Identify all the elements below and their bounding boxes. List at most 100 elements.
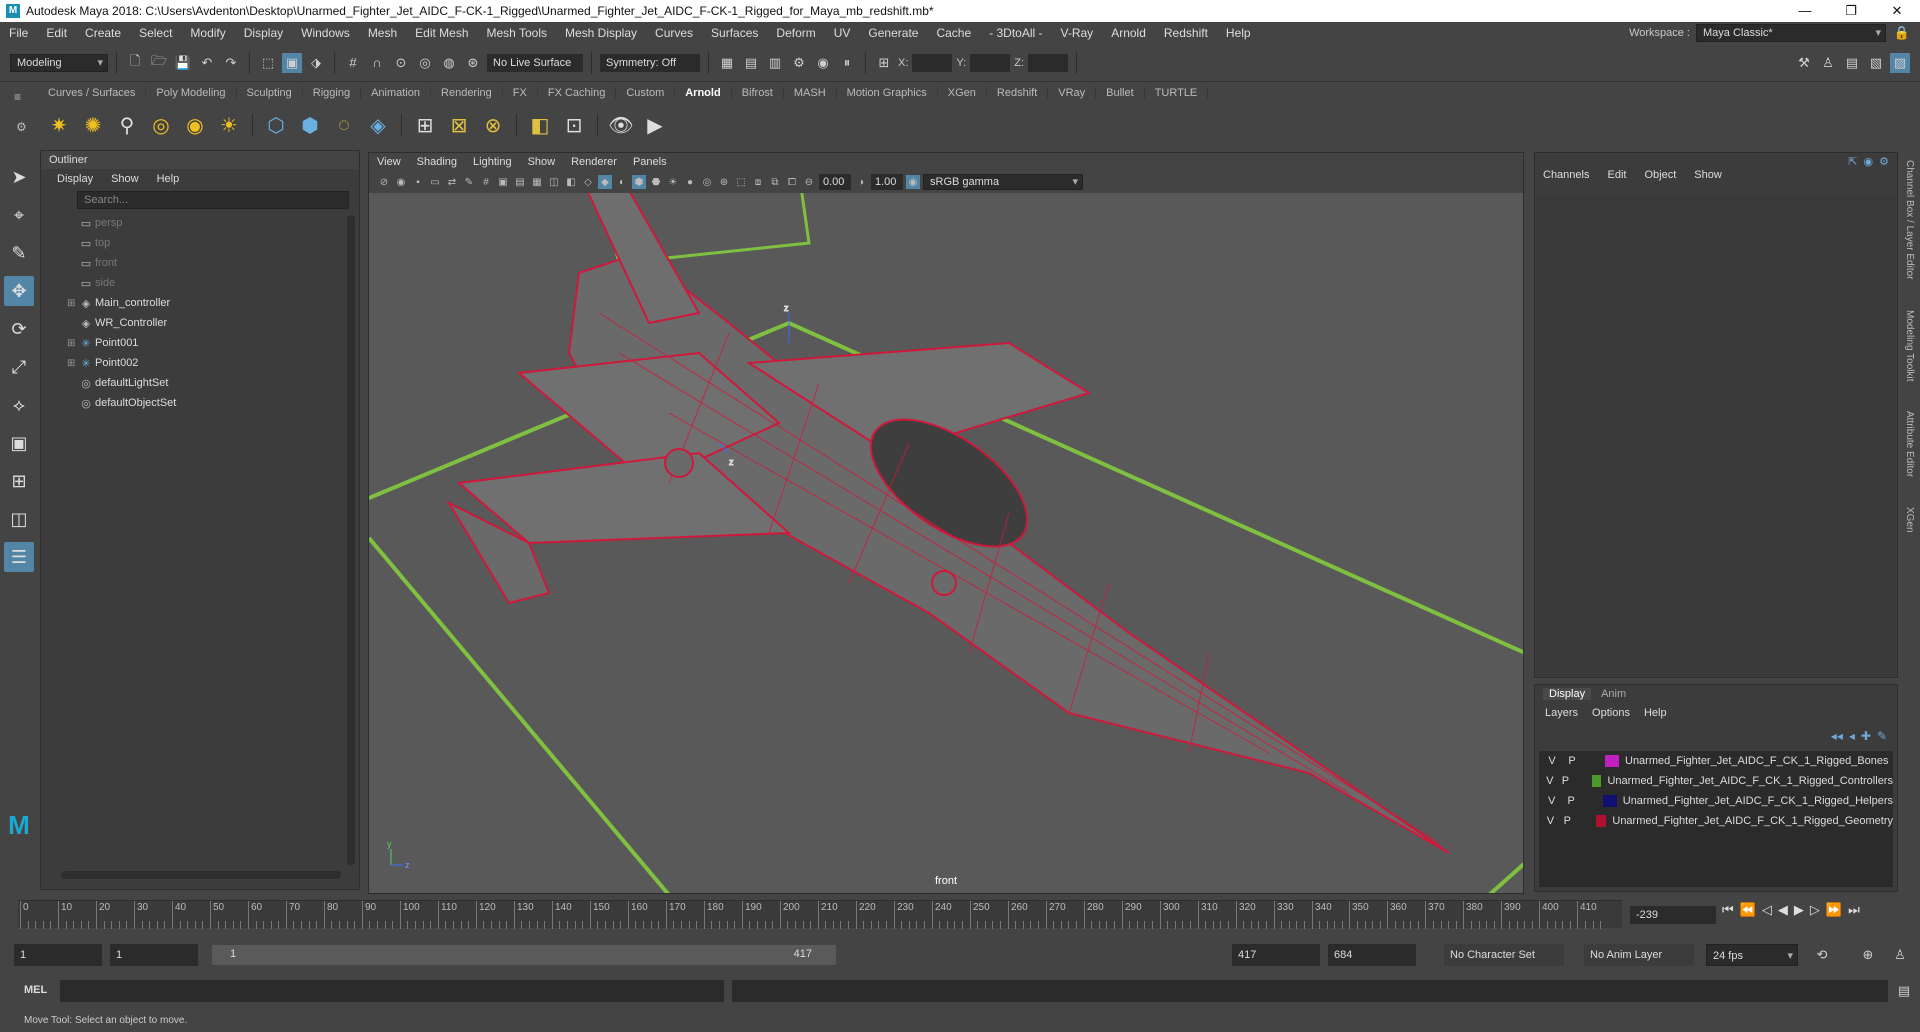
layer-tab-display[interactable]: Display — [1543, 688, 1592, 700]
pause-icon[interactable]: ⏸ — [837, 53, 857, 73]
shelf-settings-icon[interactable]: ⚙ — [16, 120, 27, 134]
layer-playback-toggle[interactable]: P — [1565, 755, 1579, 767]
light-portal-icon[interactable]: ☀ — [214, 110, 244, 140]
layer-menu-help[interactable]: Help — [1644, 707, 1667, 719]
skydome-light-icon[interactable]: ◎ — [146, 110, 176, 140]
snap-point-icon[interactable]: ⊙ — [391, 53, 411, 73]
textured-icon[interactable]: ⬣ — [649, 175, 663, 189]
modeling-toolkit-icon[interactable]: ⚒ — [1794, 53, 1814, 73]
outliner-row[interactable]: ◈ WR_Controller — [41, 313, 359, 333]
play-forwards-icon[interactable]: ▶ — [1794, 902, 1804, 918]
film-gate-icon[interactable]: ▣ — [496, 175, 510, 189]
color-management-icon[interactable]: ◉ — [906, 175, 920, 189]
mode-dropdown[interactable]: Modeling — [10, 53, 108, 72]
menu-surfaces[interactable]: Surfaces — [702, 26, 767, 40]
shelf-tab-motion-graphics[interactable]: Motion Graphics — [837, 87, 938, 99]
command-input[interactable] — [60, 980, 724, 1002]
layer-row[interactable]: V P Unarmed_Fighter_Jet_AIDC_F_CK_1_Rigged… — [1539, 751, 1893, 771]
diagnostics-icon[interactable]: ⊡ — [559, 110, 589, 140]
outliner-row[interactable]: ▭ side — [41, 273, 359, 293]
physical-sky-icon[interactable]: ◉ — [180, 110, 210, 140]
time-ruler[interactable]: 0 10 20 30 40 50 60 70 80 90 100 110 120 130 140 150 160… — [18, 900, 1622, 929]
playback-start-input[interactable]: 1 — [110, 944, 198, 966]
loop-icon[interactable]: ⟲ — [1812, 945, 1832, 965]
texture-manager-icon[interactable]: ⊞ — [410, 110, 440, 140]
shadows-icon[interactable]: ● — [683, 175, 697, 189]
backface-icon[interactable]: ⧠ — [785, 175, 799, 189]
outliner-row[interactable]: ◎ defaultLightSet — [41, 373, 359, 393]
viewport-scene[interactable]: z z y z — [369, 153, 1524, 894]
shelf-tab-rigging[interactable]: Rigging — [303, 87, 362, 99]
shelf-tab-animation[interactable]: Animation — [361, 87, 432, 99]
color-space-dropdown[interactable]: sRGB gamma — [923, 174, 1083, 190]
default-material-icon[interactable]: ◐ — [615, 175, 629, 189]
layer-playback-toggle[interactable]: P — [1562, 815, 1573, 827]
viewport-menu-renderer[interactable]: Renderer — [571, 156, 617, 168]
camera-attributes-icon[interactable]: ◉ — [394, 175, 408, 189]
layer-row[interactable]: V P Unarmed_Fighter_Jet_AIDC_F_CK_1_Rigged… — [1539, 791, 1893, 811]
menu-select[interactable]: Select — [130, 26, 181, 40]
menu-help[interactable]: Help — [1217, 26, 1260, 40]
go-to-end-icon[interactable]: ⏭ — [1848, 902, 1860, 918]
ambient-occlusion-icon[interactable]: ◎ — [700, 175, 714, 189]
snap-surface-icon[interactable]: ◍ — [439, 53, 459, 73]
menu-file[interactable]: File — [0, 26, 37, 40]
anti-aliasing-icon[interactable]: ⊛ — [717, 175, 731, 189]
new-layer-icon[interactable]: ✚ — [1861, 729, 1871, 743]
outliner-row[interactable]: ◎ defaultObjectSet — [41, 393, 359, 413]
layer-menu-options[interactable]: Options — [1592, 707, 1630, 719]
viewport-menu-shading[interactable]: Shading — [417, 156, 457, 168]
viewport-menu-lighting[interactable]: Lighting — [473, 156, 512, 168]
lasso-tool-icon[interactable]: ⌖ — [4, 200, 34, 230]
wireframe-on-shaded-icon[interactable]: ⬢ — [632, 175, 646, 189]
outliner-search-input[interactable]: Search... — [77, 191, 349, 209]
save-scene-icon[interactable]: 💾 — [173, 53, 193, 73]
menu-mesh[interactable]: Mesh — [359, 26, 406, 40]
menu-generate[interactable]: Generate — [859, 26, 927, 40]
paint-select-icon[interactable]: ✎ — [4, 238, 34, 268]
outliner-layout-icon[interactable]: ☰ — [4, 542, 34, 572]
attribute-editor-icon[interactable]: ▤ — [1842, 53, 1862, 73]
layer-color-swatch[interactable] — [1591, 775, 1602, 787]
tx-manager-icon[interactable]: ⊠ — [444, 110, 474, 140]
shelf-tab-fx[interactable]: FX — [503, 87, 538, 99]
menu-redshift[interactable]: Redshift — [1155, 26, 1217, 40]
layer-row[interactable]: V P Unarmed_Fighter_Jet_AIDC_F_CK_1_Rigged… — [1539, 811, 1893, 831]
shelf-tab-sculpting[interactable]: Sculpting — [237, 87, 303, 99]
render-view-eye-icon[interactable]: 👁 — [606, 110, 636, 140]
resolution-gate-icon[interactable]: ▤ — [513, 175, 527, 189]
outliner-row[interactable]: ⊞ ✳ Point002 — [41, 353, 359, 373]
expand-icon[interactable]: ⊞ — [67, 338, 77, 349]
layer-color-swatch[interactable] — [1595, 815, 1607, 827]
menu-deform[interactable]: Deform — [767, 26, 824, 40]
outliner-row[interactable]: ⊞ ◈ Main_controller — [41, 293, 359, 313]
menu-edit-mesh[interactable]: Edit Mesh — [406, 26, 477, 40]
layer-visibility-toggle[interactable]: V — [1545, 755, 1559, 767]
standin-icon[interactable]: ⬡ — [261, 110, 291, 140]
shelf-tab-turtle[interactable]: TURTLE — [1145, 87, 1209, 99]
wireframe-icon[interactable]: ◇ — [581, 175, 595, 189]
character-controls-icon[interactable]: ♙ — [1818, 53, 1838, 73]
photometric-light-icon[interactable]: ⚲ — [112, 110, 142, 140]
menu-modify[interactable]: Modify — [181, 26, 234, 40]
rotate-tool-icon[interactable]: ⟳ — [4, 314, 34, 344]
curve-collector-icon[interactable]: ◌ — [329, 110, 359, 140]
animation-start-input[interactable]: 1 — [14, 944, 102, 966]
maximize-button[interactable]: ❐ — [1828, 3, 1874, 19]
y-input[interactable] — [970, 53, 1011, 72]
ipr-render-icon[interactable]: ▥ — [765, 53, 785, 73]
render-play-icon[interactable]: ▶ — [640, 110, 670, 140]
xray-joints-icon[interactable]: ⧉ — [768, 175, 782, 189]
side-tab-channel-box-layer-editor[interactable]: Channel Box / Layer Editor — [1904, 160, 1915, 280]
outliner-row[interactable]: ▭ top — [41, 233, 359, 253]
x-input[interactable] — [912, 53, 953, 72]
z-input[interactable] — [1027, 53, 1068, 72]
menu-curves[interactable]: Curves — [646, 26, 702, 40]
two-d-pan-icon[interactable]: ⇄ — [445, 175, 459, 189]
anim-layer-dropdown[interactable]: No Anim Layer — [1584, 944, 1694, 966]
open-scene-icon[interactable]: 🗁 — [149, 53, 169, 73]
character-set-dropdown[interactable]: No Character Set — [1444, 944, 1564, 966]
move-tool-icon[interactable]: ✥ — [4, 276, 34, 306]
outliner-row[interactable]: ⊞ ✳ Point001 — [41, 333, 359, 353]
range-bar[interactable]: 1 417 — [212, 945, 836, 965]
